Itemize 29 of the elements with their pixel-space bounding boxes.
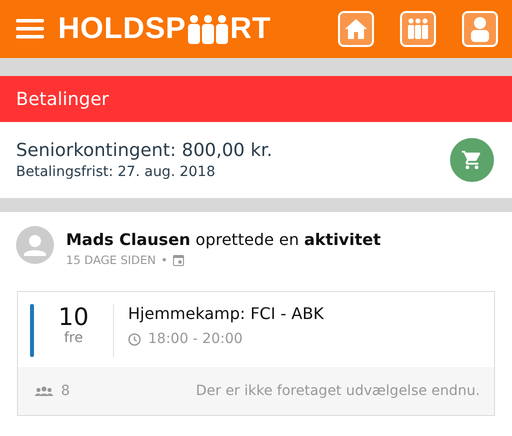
participant-count: 8 — [61, 383, 71, 399]
logo-text: RT — [230, 12, 272, 46]
person-icon — [469, 16, 491, 42]
people-icon — [186, 14, 230, 44]
post-text: Mads Clausen oprettede en aktivitet — [66, 230, 381, 249]
avatar-icon — [16, 226, 54, 264]
payment-deadline: Betalingsfrist: 27. aug. 2018 — [16, 164, 216, 180]
cart-icon — [461, 149, 483, 171]
menu-icon[interactable] — [16, 19, 44, 39]
payment-name: Seniorkontingent: 800,00 kr. — [16, 140, 274, 161]
team-button[interactable] — [400, 11, 436, 47]
event-title: Hjemmekamp: FCI - ABK — [128, 304, 324, 323]
profile-button[interactable] — [462, 11, 498, 47]
event-weekday: fre — [64, 330, 83, 346]
group-icon — [35, 386, 53, 396]
calendar-icon — [172, 254, 184, 266]
event-day: 10 — [58, 304, 89, 330]
separator-dot: • — [160, 253, 168, 267]
section-title: Betalinger — [0, 76, 512, 122]
home-icon — [344, 18, 368, 40]
event-time: 18:00 - 20:00 — [148, 331, 243, 347]
post-time: 15 DAGE SIDEN — [66, 253, 156, 267]
cart-button[interactable] — [450, 138, 494, 182]
home-button[interactable] — [338, 11, 374, 47]
selection-note: Der er ikke foretaget udvælgelse endnu. — [196, 383, 480, 399]
event-card[interactable]: 10 fre Hjemmekamp: FCI - ABK 18:00 - 20:00 8 Der er ikke foretaget udvælgelse endnu. — [17, 291, 495, 416]
clock-icon — [128, 332, 141, 346]
logo-text: HOLDSP — [58, 12, 186, 46]
people-icon — [406, 17, 430, 41]
